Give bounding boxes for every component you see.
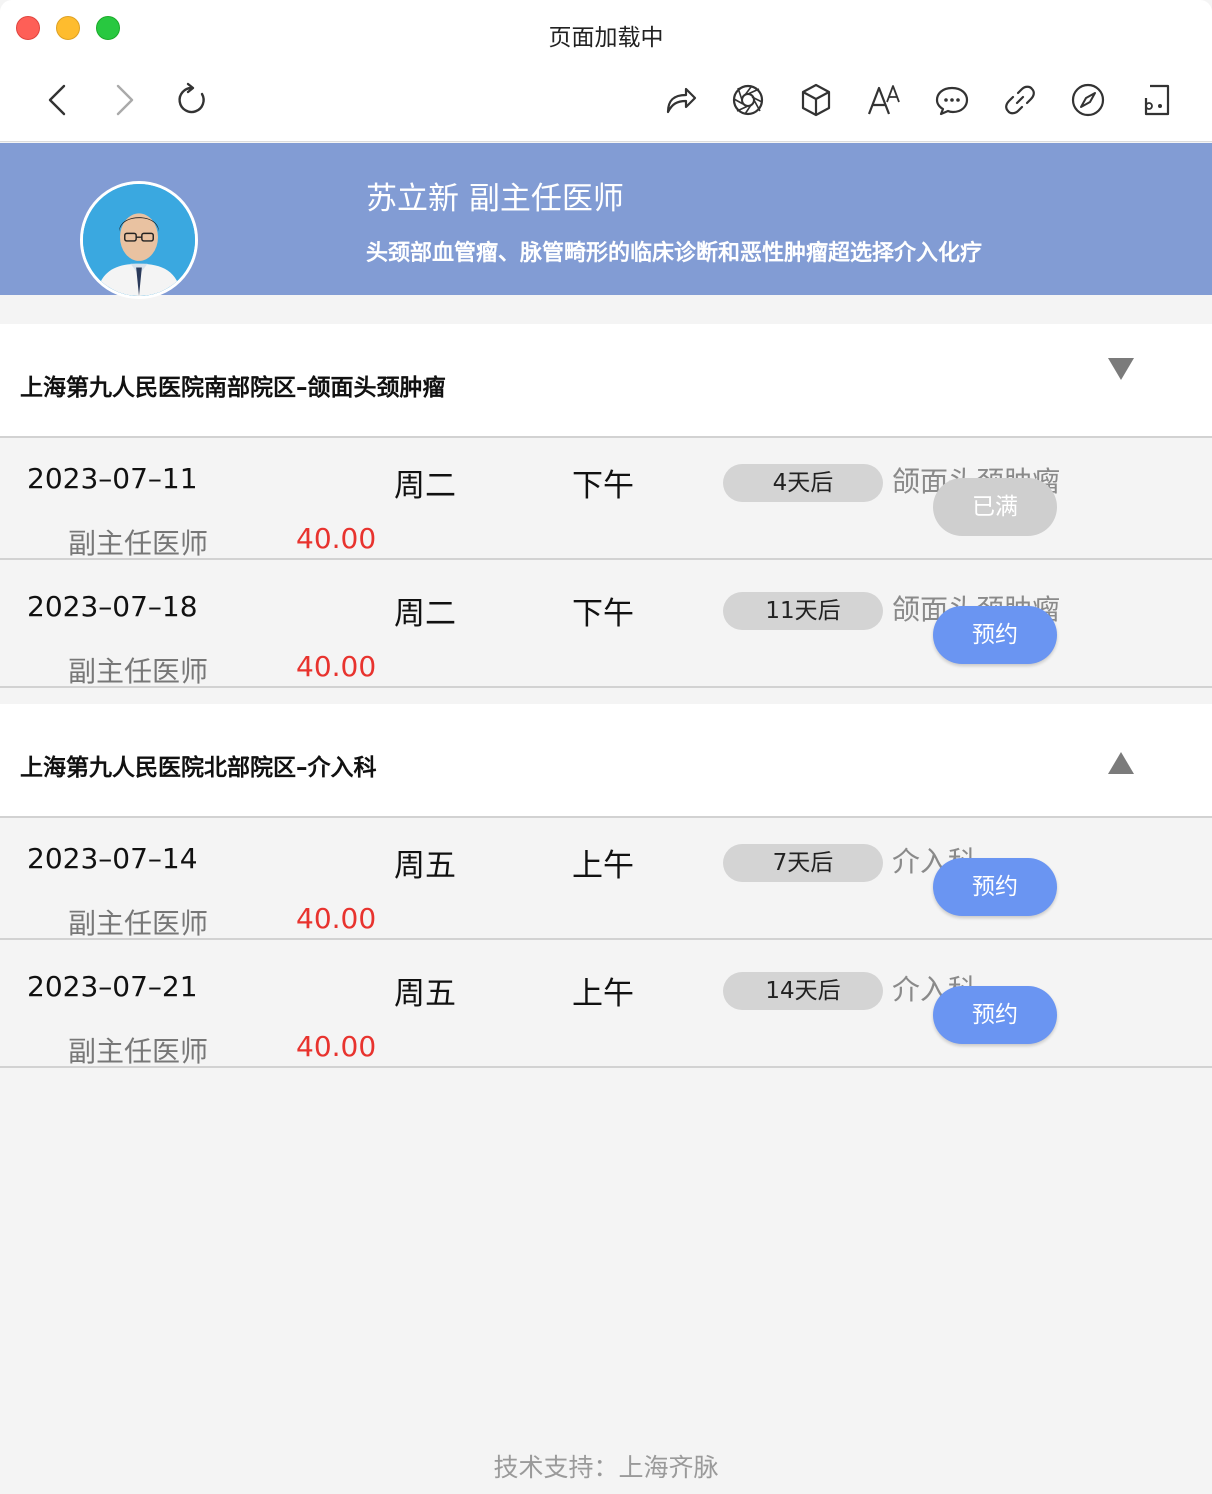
days-after-badge: 4天后 [723, 464, 883, 502]
row-price: 40.00 [296, 1030, 377, 1063]
full-button[interactable]: 已满 [933, 478, 1057, 536]
days-after-badge: 7天后 [723, 844, 883, 882]
schedule-row: 2023–07–21 周五 上午 14天后 介入科 副主任医师 40.00 预约 [0, 948, 1212, 1068]
row-price: 40.00 [296, 902, 377, 935]
row-period: 下午 [572, 468, 634, 504]
link-icon[interactable] [998, 78, 1042, 122]
footer-credit: 技术支持：上海齐脉 [493, 1453, 719, 1482]
phone-icon[interactable] [1134, 78, 1178, 122]
row-price: 40.00 [296, 522, 377, 555]
schedule-row: 2023–07–11 周二 下午 4天后 颌面头颈肿瘤 副主任医师 40.00 … [0, 440, 1212, 560]
section-name: 上海第九人民医院南部院区–颌面头颈肿瘤 [20, 375, 446, 401]
schedule-row: 2023–07–14 周五 上午 7天后 介入科 副主任医师 40.00 预约 [0, 820, 1212, 940]
row-period: 上午 [572, 848, 634, 884]
row-date: 2023–07–18 [27, 590, 198, 623]
doctor-avatar [80, 181, 198, 299]
row-price: 40.00 [296, 650, 377, 683]
row-date: 2023–07–11 [27, 462, 198, 495]
title-bar: 页面加载中 [0, 0, 1212, 142]
back-icon[interactable] [36, 78, 80, 122]
share-icon[interactable] [658, 78, 702, 122]
book-button[interactable]: 预约 [933, 986, 1057, 1044]
doctor-header: 苏立新 副主任医师 头颈部血管瘤、脉管畸形的临床诊断和恶性肿瘤超选择介入化疗 [0, 143, 1212, 299]
days-after-badge: 11天后 [723, 592, 883, 630]
reload-icon[interactable] [170, 78, 214, 122]
section-header-south[interactable]: 上海第九人民医院南部院区–颌面头颈肿瘤 [0, 324, 1212, 438]
font-size-icon[interactable] [862, 78, 906, 122]
row-doctor-title: 副主任医师 [68, 1035, 209, 1068]
row-doctor-title: 副主任医师 [68, 527, 209, 560]
section-name: 上海第九人民医院北部院区–介入科 [20, 755, 377, 781]
window-title: 页面加载中 [548, 25, 664, 51]
row-period: 上午 [572, 976, 634, 1012]
book-button[interactable]: 预约 [933, 606, 1057, 664]
expand-triangle-up-icon[interactable] [1106, 750, 1136, 776]
forward-icon[interactable] [102, 78, 146, 122]
compass-icon[interactable] [1066, 78, 1110, 122]
row-weekday: 周五 [394, 848, 456, 884]
aperture-icon[interactable] [726, 78, 770, 122]
schedule-row: 2023–07–18 周二 下午 11天后 颌面头颈肿瘤 副主任医师 40.00… [0, 568, 1212, 688]
collapse-triangle-down-icon[interactable] [1106, 356, 1136, 382]
doctor-name-title: 苏立新 副主任医师 [366, 181, 624, 217]
row-date: 2023–07–14 [27, 842, 198, 875]
row-period: 下午 [572, 596, 634, 632]
book-button[interactable]: 预约 [933, 858, 1057, 916]
row-doctor-title: 副主任医师 [68, 655, 209, 688]
row-weekday: 周二 [394, 468, 456, 504]
browser-window: 页面加载中 苏立新 副主任医师 头颈部血管瘤、脉管畸形的临床诊断和恶性肿瘤超选择… [0, 0, 1212, 1494]
section-header-north[interactable]: 上海第九人民医院北部院区–介入科 [0, 704, 1212, 818]
row-weekday: 周二 [394, 596, 456, 632]
days-after-badge: 14天后 [723, 972, 883, 1010]
row-doctor-title: 副主任医师 [68, 907, 209, 940]
row-date: 2023–07–21 [27, 970, 198, 1003]
doctor-specialty: 头颈部血管瘤、脉管畸形的临床诊断和恶性肿瘤超选择介入化疗 [366, 241, 983, 266]
chat-icon[interactable] [930, 78, 974, 122]
row-weekday: 周五 [394, 976, 456, 1012]
cube-icon[interactable] [794, 78, 838, 122]
